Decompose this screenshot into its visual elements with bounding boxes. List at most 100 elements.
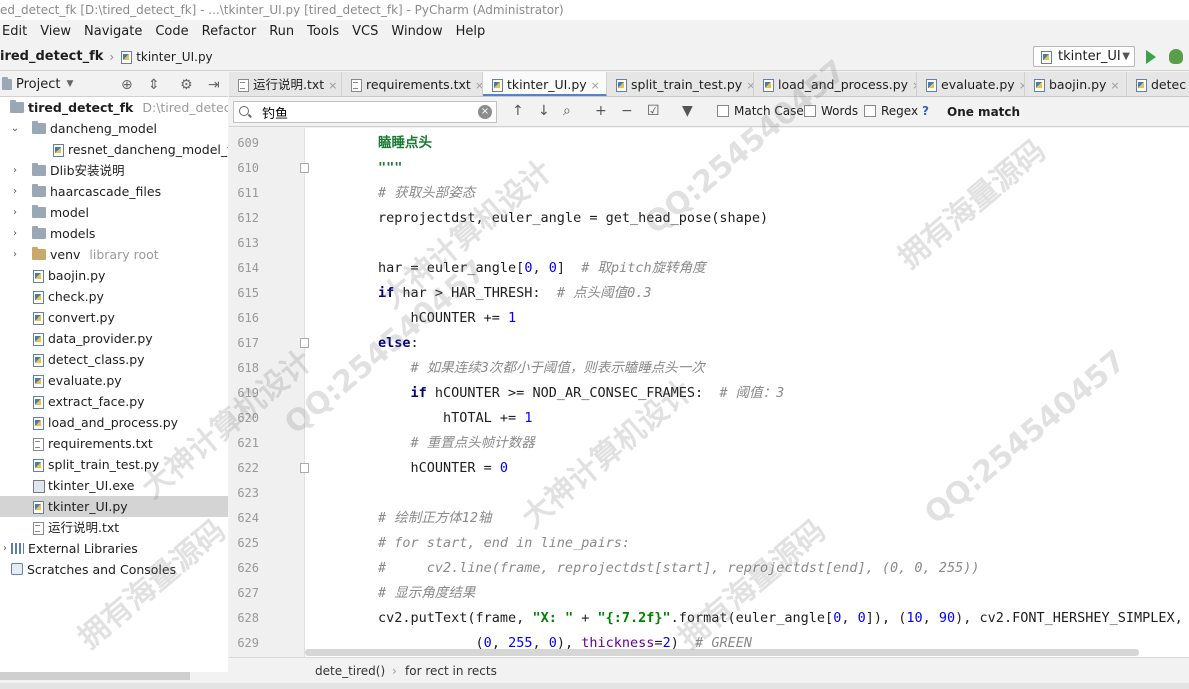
chevron-right-icon[interactable]: › xyxy=(10,244,20,265)
search-field[interactable]: × xyxy=(233,101,497,123)
fold-marker-icon[interactable] xyxy=(300,338,309,348)
tab-run-readme[interactable]: 运行说明.txt × xyxy=(229,72,342,96)
menu-navigate[interactable]: Navigate xyxy=(84,24,142,39)
menu-tools[interactable]: Tools xyxy=(307,24,339,39)
search-input[interactable] xyxy=(262,104,462,121)
close-icon[interactable]: × xyxy=(746,79,753,92)
menu-edit[interactable]: Edit xyxy=(2,24,27,39)
tree-item-split-train-test[interactable]: split_train_test.py xyxy=(0,454,228,475)
close-icon[interactable]: × xyxy=(475,79,482,92)
tree-item-check[interactable]: check.py xyxy=(0,286,228,307)
tree-root[interactable]: tired_detect_fk D:\tired_detect_fk xyxy=(0,97,228,118)
filter-icon[interactable]: ▼ xyxy=(682,103,693,119)
chevron-right-icon[interactable]: › xyxy=(10,223,20,244)
words-label[interactable]: Words xyxy=(821,104,858,118)
close-icon[interactable]: × xyxy=(591,79,600,92)
find-all-icon[interactable]: ⌕ xyxy=(563,103,571,119)
tree-item-baojin[interactable]: baojin.py xyxy=(0,265,228,286)
close-icon[interactable]: × xyxy=(328,79,337,92)
locate-icon[interactable]: ⊕ xyxy=(121,77,133,93)
match-case-checkbox[interactable] xyxy=(717,105,729,117)
code-line[interactable]: 620 hTOTAL += 1 xyxy=(229,406,1189,431)
tab-split-train-test[interactable]: split_train_test.py× xyxy=(607,72,754,96)
tree-item-scratches[interactable]: Scratches and Consoles xyxy=(0,559,228,580)
code-line[interactable]: 613 xyxy=(229,231,1189,256)
tree-item-load-and-process[interactable]: load_and_process.py xyxy=(0,412,228,433)
tree-item-tkinter-exe[interactable]: tkinter_UI.exe xyxy=(0,475,228,496)
tab-baojin[interactable]: baojin.py × xyxy=(1025,72,1127,96)
regex-checkbox[interactable] xyxy=(864,105,876,117)
tree-item-extract-face[interactable]: extract_face.py xyxy=(0,391,228,412)
chevron-right-icon[interactable]: › xyxy=(10,202,20,223)
words-checkbox[interactable] xyxy=(804,105,816,117)
menu-help[interactable]: Help xyxy=(456,24,486,39)
fold-marker-icon[interactable] xyxy=(300,463,309,473)
close-icon[interactable]: × xyxy=(1110,79,1119,92)
tab-evaluate[interactable]: evaluate.py× xyxy=(917,72,1025,96)
tab-detect[interactable]: detec xyxy=(1127,72,1189,96)
tab-tkinter-ui[interactable]: tkinter_UI.py × xyxy=(483,72,607,96)
tree-item-external-libraries[interactable]: › External Libraries xyxy=(0,538,228,559)
tree-item-requirements[interactable]: requirements.txt xyxy=(0,433,228,454)
menu-refactor[interactable]: Refactor xyxy=(202,24,257,39)
code-line[interactable]: 615 if har > HAR_THRESH: # 点头阈值0.3 xyxy=(229,281,1189,306)
chevron-down-icon[interactable]: ▼ xyxy=(66,79,73,89)
nav-project-crumb[interactable]: ired_detect_fk xyxy=(0,49,103,64)
tree-item-model[interactable]: › model xyxy=(0,202,228,223)
code-line[interactable]: 623 xyxy=(229,481,1189,506)
tree-horizontal-scrollbar[interactable] xyxy=(0,672,190,680)
nav-file-crumb[interactable]: tkinter_UI.py xyxy=(136,50,212,64)
chevron-down-icon[interactable]: ⌄ xyxy=(10,118,20,139)
tree-item-evaluate[interactable]: evaluate.py xyxy=(0,370,228,391)
horizontal-scrollbar[interactable] xyxy=(305,649,1139,656)
collapse-all-icon[interactable]: ⇕ xyxy=(148,77,160,93)
tree-item-data-provider[interactable]: data_provider.py xyxy=(0,328,228,349)
code-line[interactable]: 609 瞌睡点头 xyxy=(229,131,1189,156)
arrow-up-icon[interactable]: ↑ xyxy=(512,103,524,119)
code-editor[interactable]: 609 瞌睡点头 610 """ 611 # 获取头部姿态 612 reprojectdst,… xyxy=(229,128,1189,657)
run-icon[interactable] xyxy=(1146,50,1156,64)
tree-item-models[interactable]: › models xyxy=(0,223,228,244)
chevron-right-icon[interactable]: › xyxy=(10,181,20,202)
code-line[interactable]: 621 # 重置点头帧计数器 xyxy=(229,431,1189,456)
code-line[interactable]: 622 hCOUNTER = 0 xyxy=(229,456,1189,481)
code-line[interactable]: 612 reprojectdst, euler_angle = get_head_… xyxy=(229,206,1189,231)
code-line[interactable]: 625 # for start, end in line_pairs: xyxy=(229,531,1189,556)
code-line[interactable]: 617 else: xyxy=(229,331,1189,356)
regex-label[interactable]: Regex xyxy=(881,104,918,118)
gear-icon[interactable]: ⚙ xyxy=(180,77,193,93)
hide-panel-icon[interactable]: ⇥ xyxy=(208,77,220,93)
code-line[interactable]: 614 har = euler_angle[0, 0] # 取pitch旋转角度 xyxy=(229,256,1189,281)
clear-icon[interactable]: × xyxy=(478,105,492,119)
code-line[interactable]: 610 """ xyxy=(229,156,1189,181)
tree-item-dlib[interactable]: › Dlib安装说明 xyxy=(0,160,228,181)
code-line[interactable]: 628 cv2.putText(frame, "X: " + "{:7.2f}".… xyxy=(229,606,1189,631)
menu-run[interactable]: Run xyxy=(269,24,294,39)
code-line[interactable]: 616 hCOUNTER += 1 xyxy=(229,306,1189,331)
tree-item-resnet-model[interactable]: resnet_dancheng_model_tra xyxy=(0,139,228,160)
arrow-down-icon[interactable]: ↓ xyxy=(538,103,550,119)
code-line[interactable]: 627 # 显示角度结果 xyxy=(229,581,1189,606)
tab-requirements[interactable]: requirements.txt × xyxy=(342,72,483,96)
code-line[interactable]: 619 if hCOUNTER >= NOD_AR_CONSEC_FRAMES:… xyxy=(229,381,1189,406)
breadcrumb-function[interactable]: dete_tired() xyxy=(315,664,385,678)
code-line[interactable]: 611 # 获取头部姿态 xyxy=(229,181,1189,206)
add-occurrence-icon[interactable]: + xyxy=(595,103,607,119)
run-config-dropdown[interactable]: tkinter_UI ▼ xyxy=(1033,46,1135,67)
tree-item-dancheng-model[interactable]: ⌄ dancheng_model xyxy=(0,118,228,139)
tree-item-run-readme[interactable]: 运行说明.txt xyxy=(0,517,228,538)
tree-item-convert[interactable]: convert.py xyxy=(0,307,228,328)
debug-icon[interactable] xyxy=(1169,49,1183,64)
tree-item-tkinter-py[interactable]: tkinter_UI.py xyxy=(0,496,228,517)
match-case-label[interactable]: Match Case xyxy=(734,104,804,118)
chevron-right-icon[interactable]: › xyxy=(10,160,20,181)
breadcrumb-loop[interactable]: for rect in rects xyxy=(405,664,497,678)
chevron-right-icon[interactable]: › xyxy=(0,538,10,559)
tree-item-detect-class[interactable]: detect_class.py xyxy=(0,349,228,370)
tree-item-haarcascade[interactable]: › haarcascade_files xyxy=(0,181,228,202)
code-line[interactable]: 624 # 绘制正方体12轴 xyxy=(229,506,1189,531)
project-panel-title[interactable]: Project xyxy=(16,77,60,92)
regex-help-icon[interactable]: ? xyxy=(922,104,929,118)
menu-vcs[interactable]: VCS xyxy=(352,24,378,39)
menu-view[interactable]: View xyxy=(40,24,71,39)
